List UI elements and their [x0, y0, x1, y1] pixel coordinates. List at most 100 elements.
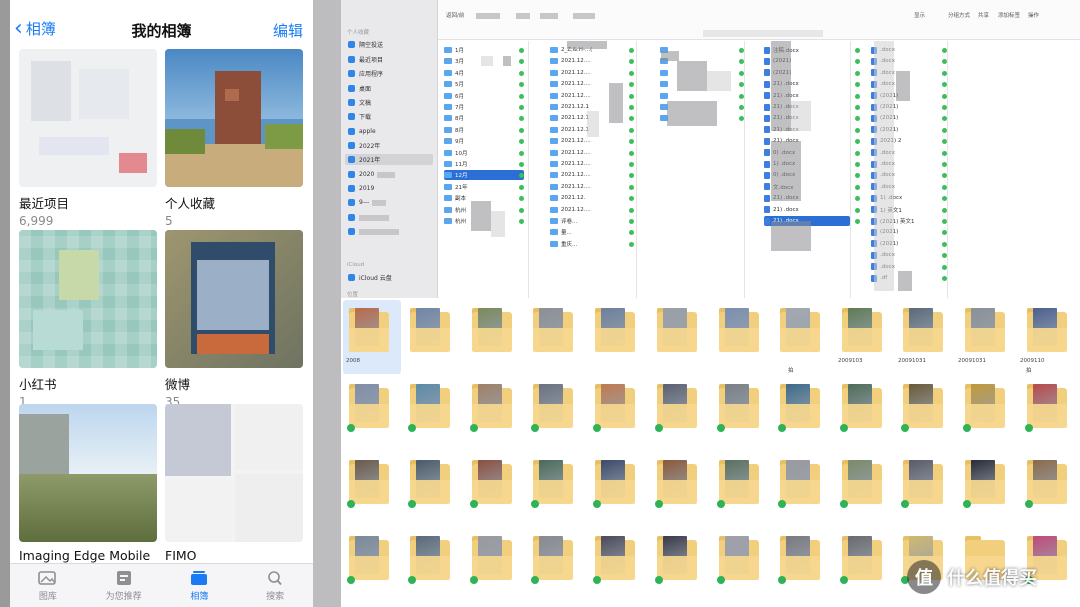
album-fimo[interactable]: FIMO [165, 404, 303, 563]
folder-icon[interactable] [470, 306, 514, 356]
album-recents[interactable]: 最近项目 6,999 [19, 49, 157, 228]
folder-icon[interactable] [778, 458, 822, 508]
folder-icon[interactable] [840, 534, 884, 584]
folder-row[interactable]: 评卷... [550, 216, 577, 226]
folder-icon[interactable] [901, 306, 945, 356]
folder-icon[interactable] [470, 534, 514, 584]
sidebar-item-applications[interactable]: 应用程序 [345, 68, 433, 79]
folder-icon[interactable] [531, 534, 575, 584]
folder-row[interactable]: 5月 [444, 79, 464, 89]
file-row[interactable]: 21) .docx [764, 205, 799, 215]
folder-icon[interactable] [1025, 382, 1069, 432]
folder-icon[interactable] [1025, 458, 1069, 508]
folder-icon[interactable] [531, 458, 575, 508]
folder-icon[interactable] [593, 458, 637, 508]
folder-row[interactable]: 2021.12.1 [550, 113, 589, 123]
sidebar-item-desktop[interactable]: 桌面 [345, 83, 433, 94]
folder-icon[interactable] [531, 306, 575, 356]
folder-icon[interactable] [840, 458, 884, 508]
folder-icon[interactable] [717, 534, 761, 584]
folder-icon[interactable] [347, 458, 391, 508]
folder-row[interactable]: 8月 [444, 113, 464, 123]
folder-icon[interactable] [717, 382, 761, 432]
sidebar-item-folder[interactable] [345, 212, 433, 223]
folder-row[interactable] [660, 91, 671, 101]
folder-row[interactable]: 7月 [444, 102, 464, 112]
folder-row[interactable]: 2021.12.... [550, 159, 591, 169]
sidebar-item-2021[interactable]: 2021年 [345, 154, 433, 165]
folder-icon[interactable] [778, 306, 822, 356]
folder-row[interactable]: 2021.12.... [550, 182, 591, 192]
folder-icon[interactable] [408, 306, 452, 356]
tab-search[interactable]: 搜索 [237, 564, 313, 607]
folder-row[interactable]: 6月 [444, 91, 464, 101]
tab-library[interactable]: 图库 [10, 564, 86, 607]
folder-row[interactable]: 量... [550, 227, 572, 237]
folder-row[interactable]: 2021.12.... [550, 56, 591, 66]
folder-icon[interactable] [655, 306, 699, 356]
folder-icon[interactable] [470, 382, 514, 432]
folder-row[interactable]: 副本 [444, 193, 466, 203]
sidebar-item-2020[interactable]: 2020 [345, 169, 433, 180]
folder-row[interactable]: 2021.12.... [550, 136, 591, 146]
folder-row[interactable]: 2021.12.... [550, 170, 591, 180]
sidebar-item-2022[interactable]: 2022年 [345, 140, 433, 151]
folder-icon[interactable] [717, 306, 761, 356]
add-tag-button[interactable]: 添加标签 [998, 11, 1020, 19]
folder-row[interactable]: 2021.12.... [550, 148, 591, 158]
folder-row[interactable]: 2021.12. [550, 193, 586, 203]
folder-icon[interactable] [347, 534, 391, 584]
sidebar-item-folder[interactable]: 9--- [345, 197, 433, 208]
folder-row[interactable]: 1月 [444, 45, 464, 55]
folder-icon[interactable] [963, 382, 1007, 432]
folder-row[interactable]: 4月 [444, 68, 464, 78]
folder-icon[interactable] [840, 382, 884, 432]
album-xiaohongshu[interactable]: 小红书 1 [19, 230, 157, 409]
folder-icon[interactable] [963, 458, 1007, 508]
folder-icon[interactable] [717, 458, 761, 508]
folder-row[interactable]: 8月 [444, 125, 464, 135]
folder-row[interactable]: 2021.12.... [550, 91, 591, 101]
album-favorites[interactable]: 个人收藏 5 [165, 49, 303, 228]
sidebar-item-folder[interactable] [345, 226, 433, 237]
folder-icon[interactable] [655, 382, 699, 432]
group-by-button[interactable]: 分组方式 [948, 11, 970, 19]
folder-icon[interactable] [408, 458, 452, 508]
folder-row[interactable]: 2021.12.... [550, 205, 591, 215]
edit-button[interactable]: 编辑 [273, 20, 303, 41]
folder-row[interactable]: 21年 [444, 182, 468, 192]
folder-icon[interactable] [531, 382, 575, 432]
folder-icon[interactable] [593, 382, 637, 432]
folder-icon[interactable] [1025, 306, 1069, 356]
album-weibo[interactable]: 微博 35 [165, 230, 303, 409]
action-button[interactable]: 操作 [1028, 11, 1039, 19]
folder-row[interactable]: 9月 [444, 136, 464, 146]
tab-albums[interactable]: 相簿 [162, 564, 238, 607]
folder-icon[interactable] [408, 534, 452, 584]
sidebar-item-apple[interactable]: apple [345, 126, 433, 137]
folder-icon[interactable] [347, 306, 391, 356]
folder-row[interactable] [660, 68, 671, 78]
folder-icon[interactable] [655, 458, 699, 508]
view-button[interactable]: 显示 [914, 11, 925, 19]
sidebar-item-icloud-drive[interactable]: iCloud 云盘 [345, 272, 433, 283]
folder-icon[interactable] [901, 382, 945, 432]
folder-row[interactable]: 杭州 [444, 216, 466, 226]
folder-icon[interactable] [778, 534, 822, 584]
folder-icon[interactable] [593, 534, 637, 584]
folder-row[interactable]: 11月 [444, 159, 468, 169]
folder-row[interactable]: 重庆... [550, 239, 577, 249]
folder-row[interactable]: 2021.12.... [550, 68, 591, 78]
folder-icon[interactable] [593, 306, 637, 356]
folder-row[interactable]: 10月 [444, 148, 468, 158]
sidebar-item-2019[interactable]: 2019 [345, 183, 433, 194]
folder-row[interactable]: 3月 [444, 56, 464, 66]
folder-icon[interactable] [901, 458, 945, 508]
folder-row[interactable] [660, 79, 671, 89]
sidebar-item-airdrop[interactable]: 隔空投送 [345, 39, 433, 50]
folder-row[interactable]: 杭州 [444, 205, 466, 215]
folder-row[interactable]: 2021.12.1 [550, 125, 589, 135]
folder-icon[interactable] [408, 382, 452, 432]
path-bar[interactable]: 返回/前 [446, 11, 596, 19]
folder-icon[interactable] [470, 458, 514, 508]
